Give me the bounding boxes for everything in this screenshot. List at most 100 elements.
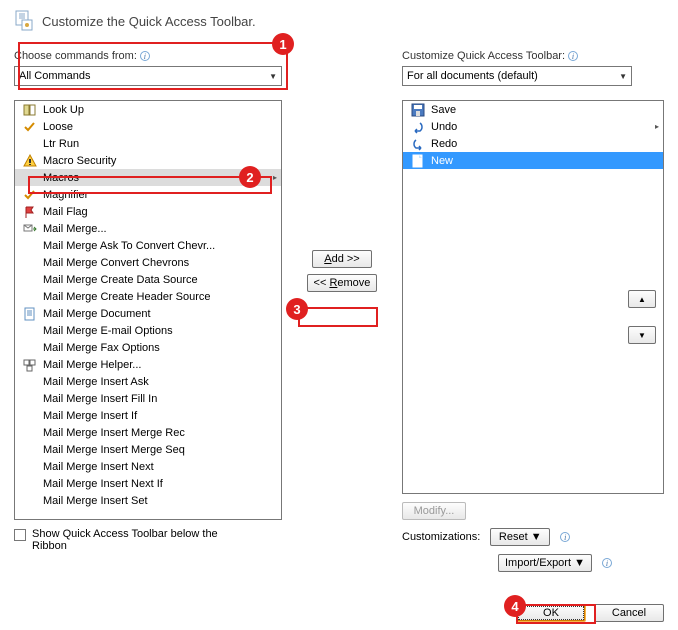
list-item[interactable]: Mail Merge Insert Set bbox=[15, 492, 281, 509]
list-item-label: Redo bbox=[431, 138, 457, 150]
list-item[interactable]: Mail Merge Insert Ask bbox=[15, 373, 281, 390]
up-arrow-icon: ▲ bbox=[638, 295, 646, 304]
none-icon bbox=[23, 273, 37, 287]
list-item[interactable]: Mail Merge Insert Fill In bbox=[15, 390, 281, 407]
list-item[interactable]: Mail Merge Insert Next If bbox=[15, 475, 281, 492]
helper-icon bbox=[23, 358, 37, 372]
callout-1: 1 bbox=[272, 33, 294, 55]
list-item[interactable]: Mail Merge Helper... bbox=[15, 356, 281, 373]
list-item-label: Mail Flag bbox=[43, 206, 88, 218]
modify-button: Modify... bbox=[402, 502, 466, 520]
commands-listbox[interactable]: Look Up Loose Ltr Run Macro Security Macros ▸… bbox=[14, 100, 282, 520]
list-item-label: Mail Merge Document bbox=[43, 308, 151, 320]
list-item[interactable]: Mail Merge Convert Chevrons bbox=[15, 254, 281, 271]
list-item-label: Mail Merge Create Header Source bbox=[43, 291, 211, 303]
list-item[interactable]: Macro Security bbox=[15, 152, 281, 169]
list-item-label: New bbox=[431, 155, 453, 167]
callout-4: 4 bbox=[504, 595, 526, 617]
none-icon bbox=[23, 341, 37, 355]
new-icon bbox=[411, 154, 425, 168]
choose-commands-value: All Commands bbox=[19, 70, 91, 82]
warning-icon bbox=[23, 154, 37, 168]
flag-icon bbox=[23, 205, 37, 219]
cancel-button[interactable]: Cancel bbox=[594, 604, 664, 622]
list-item[interactable]: Save bbox=[403, 101, 663, 118]
list-item[interactable]: New bbox=[403, 152, 663, 169]
list-item[interactable]: Look Up bbox=[15, 101, 281, 118]
list-item-label: Mail Merge Insert Fill In bbox=[43, 393, 157, 405]
list-item[interactable]: Mail Merge Insert If bbox=[15, 407, 281, 424]
list-item[interactable]: Mail Merge E-mail Options bbox=[15, 322, 281, 339]
list-item-label: Ltr Run bbox=[43, 138, 79, 150]
move-down-button[interactable]: ▼ bbox=[628, 326, 656, 344]
list-item-label: Mail Merge Insert Merge Seq bbox=[43, 444, 185, 456]
callout-2: 2 bbox=[239, 166, 261, 188]
none-icon bbox=[23, 409, 37, 423]
down-arrow-icon: ▼ bbox=[638, 331, 646, 340]
reset-button[interactable]: Reset ▼ bbox=[490, 528, 550, 546]
none-icon bbox=[23, 239, 37, 253]
list-item[interactable]: Mail Merge Create Header Source bbox=[15, 288, 281, 305]
list-item[interactable]: Mail Flag bbox=[15, 203, 281, 220]
list-item[interactable]: Mail Merge Insert Next bbox=[15, 458, 281, 475]
customize-qat-label: Customize Quick Access Toolbar: bbox=[402, 50, 565, 62]
list-item[interactable]: Mail Merge Create Data Source bbox=[15, 271, 281, 288]
remove-button[interactable]: << Remove bbox=[307, 274, 378, 292]
doc-icon bbox=[23, 307, 37, 321]
customize-qat-value: For all documents (default) bbox=[407, 70, 538, 82]
ok-button[interactable]: OK bbox=[516, 604, 586, 622]
show-below-ribbon-checkbox[interactable] bbox=[14, 529, 26, 541]
list-item-label: Mail Merge E-mail Options bbox=[43, 325, 173, 337]
customizations-label: Customizations: bbox=[402, 531, 480, 543]
list-item-label: Mail Merge Insert Merge Rec bbox=[43, 427, 185, 439]
none-icon bbox=[23, 171, 37, 185]
book-icon bbox=[23, 103, 37, 117]
list-item-label: Save bbox=[431, 104, 456, 116]
none-icon bbox=[23, 443, 37, 457]
redo-icon bbox=[411, 137, 425, 151]
list-item[interactable]: Magnifier bbox=[15, 186, 281, 203]
list-item-label: Mail Merge Insert Next If bbox=[43, 478, 163, 490]
list-item-label: Mail Merge Fax Options bbox=[43, 342, 160, 354]
list-item-label: Mail Merge Helper... bbox=[43, 359, 141, 371]
callout-3: 3 bbox=[286, 298, 308, 320]
customize-qat-combo[interactable]: For all documents (default) ▼ bbox=[402, 66, 632, 86]
list-item-label: Macros bbox=[43, 172, 79, 184]
none-icon bbox=[23, 494, 37, 508]
list-item[interactable]: Mail Merge... bbox=[15, 220, 281, 237]
list-item[interactable]: Mail Merge Insert Merge Rec bbox=[15, 424, 281, 441]
list-item-label: Mail Merge Create Data Source bbox=[43, 274, 198, 286]
list-item-label: Loose bbox=[43, 121, 73, 133]
list-item[interactable]: Undo▸ bbox=[403, 118, 663, 135]
show-below-ribbon-label: Show Quick Access Toolbar below the Ribb… bbox=[32, 528, 252, 552]
move-up-button[interactable]: ▲ bbox=[628, 290, 656, 308]
list-item-label: Mail Merge Insert Ask bbox=[43, 376, 149, 388]
none-icon bbox=[23, 256, 37, 270]
list-item[interactable]: Mail Merge Ask To Convert Chevr... bbox=[15, 237, 281, 254]
chevron-down-icon: ▼ bbox=[619, 72, 627, 81]
none-icon bbox=[23, 460, 37, 474]
import-export-button[interactable]: Import/Export ▼ bbox=[498, 554, 592, 572]
list-item[interactable]: Redo bbox=[403, 135, 663, 152]
help-icon[interactable]: i bbox=[602, 558, 612, 568]
none-icon bbox=[23, 324, 37, 338]
list-item[interactable]: Loose bbox=[15, 118, 281, 135]
list-item[interactable]: Mail Merge Fax Options bbox=[15, 339, 281, 356]
none-icon bbox=[23, 477, 37, 491]
list-item[interactable]: Mail Merge Insert Merge Seq bbox=[15, 441, 281, 458]
list-item-label: Mail Merge Convert Chevrons bbox=[43, 257, 189, 269]
choose-commands-combo[interactable]: All Commands ▼ bbox=[14, 66, 282, 86]
list-item[interactable]: Ltr Run bbox=[15, 135, 281, 152]
list-item-label: Magnifier bbox=[43, 189, 88, 201]
expand-arrow-icon: ▸ bbox=[273, 173, 277, 182]
undo-icon bbox=[411, 120, 425, 134]
help-icon[interactable]: i bbox=[140, 51, 150, 61]
add-button[interactable]: Add >> bbox=[312, 250, 372, 268]
list-item-label: Mail Merge Insert Next bbox=[43, 461, 154, 473]
qat-listbox[interactable]: Save Undo▸ Redo New bbox=[402, 100, 664, 494]
help-icon[interactable]: i bbox=[560, 532, 570, 542]
help-icon[interactable]: i bbox=[568, 51, 578, 61]
list-item[interactable]: Mail Merge Document bbox=[15, 305, 281, 322]
list-item-label: Undo bbox=[431, 121, 457, 133]
list-item-label: Mail Merge Insert Set bbox=[43, 495, 148, 507]
